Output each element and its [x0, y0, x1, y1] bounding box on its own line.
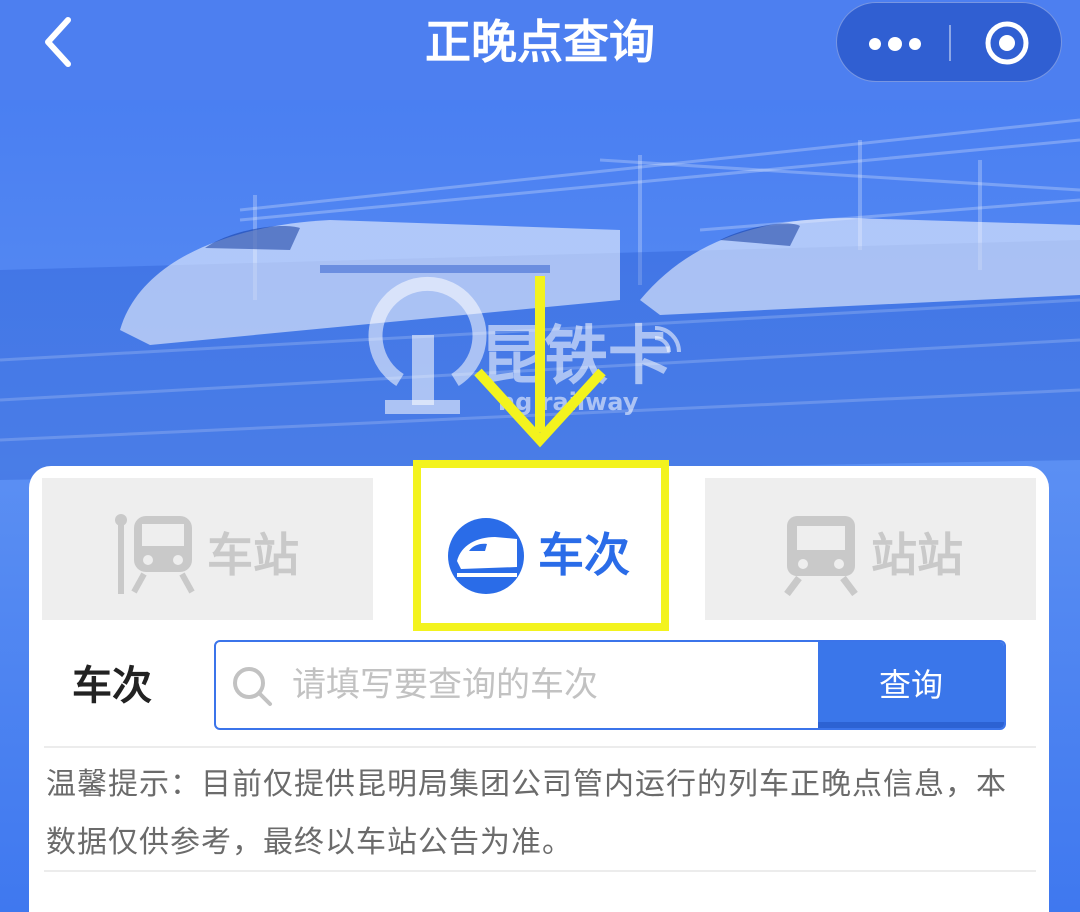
more-button[interactable] [837, 3, 949, 83]
tab-station[interactable]: 车站 [42, 478, 373, 620]
divider [44, 870, 1036, 872]
down-arrow-annotation [474, 276, 606, 448]
query-button[interactable]: 查询 [818, 642, 1004, 728]
search-box: 查询 [214, 640, 1006, 730]
mini-program-capsule [836, 2, 1062, 82]
target-icon [985, 21, 1029, 65]
tab-station-label: 车站 [207, 528, 299, 582]
close-miniprogram-button[interactable] [951, 3, 1063, 83]
train-number-input[interactable] [292, 642, 812, 728]
station-train-icon [115, 514, 195, 594]
divider [44, 746, 1036, 748]
station-to-station-icon [784, 516, 858, 596]
tab-station-to-station-label: 站站 [871, 528, 963, 582]
top-navigation-bar: 正晚点查询 [0, 0, 1080, 100]
more-dots-icon [869, 37, 921, 51]
train-number-field-label: 车次 [72, 663, 152, 709]
notice-text: 温馨提示：目前仅提供昆明局集团公司管内运行的列车正晚点信息，本数据仅供参考，最终… [46, 767, 1007, 860]
search-icon [233, 667, 272, 706]
tab-station-to-station[interactable]: 站站 [705, 478, 1036, 620]
highlight-box-annotation [413, 460, 669, 631]
